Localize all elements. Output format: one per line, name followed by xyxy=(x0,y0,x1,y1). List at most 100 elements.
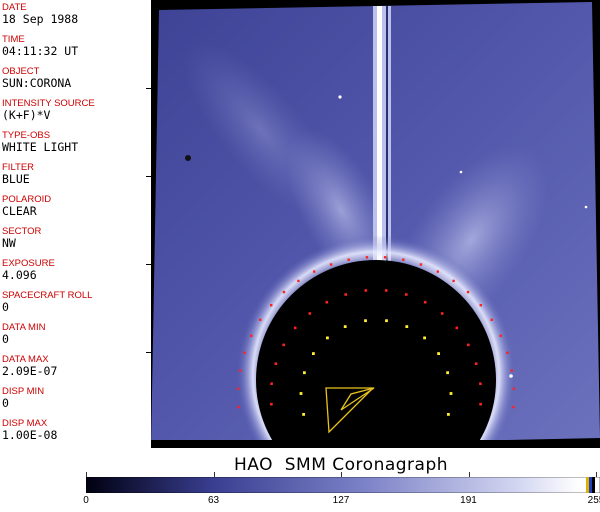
field-data-min: DATA MIN 0 xyxy=(2,323,45,346)
ring-marker xyxy=(506,351,509,354)
ring-marker xyxy=(499,334,502,337)
field-value: CLEAR xyxy=(2,204,37,218)
field-date: DATE 18 Sep 1988 xyxy=(2,3,78,26)
ring-marker xyxy=(419,263,423,266)
ring-marker xyxy=(402,258,405,261)
ring-marker xyxy=(365,256,369,259)
ring-marker xyxy=(510,369,513,372)
field-value: 04:11:32 UT xyxy=(2,44,79,58)
colorbar xyxy=(86,477,600,493)
ring-marker xyxy=(479,382,482,385)
field-value: WHITE LIGHT xyxy=(2,140,79,154)
field-filter: FILTER BLUE xyxy=(2,163,34,186)
ring-marker xyxy=(467,343,470,347)
ring-marker xyxy=(423,336,426,340)
ring-marker xyxy=(270,402,273,406)
ring-marker xyxy=(302,413,305,416)
ring-marker xyxy=(344,293,347,296)
ring-marker xyxy=(479,402,482,406)
field-value: 0 xyxy=(2,332,9,346)
ring-marker xyxy=(347,258,350,261)
ring-marker xyxy=(297,279,300,283)
ring-marker xyxy=(237,405,240,409)
ring-marker xyxy=(243,351,246,354)
field-exposure: EXPOSURE 4.096 xyxy=(2,259,55,282)
ring-marker xyxy=(383,256,387,259)
ring-marker xyxy=(325,300,329,304)
ring-marker xyxy=(479,304,482,307)
ring-marker xyxy=(449,392,453,395)
ring-marker xyxy=(440,312,444,315)
ring-marker xyxy=(239,369,242,372)
metadata-panel: DATE 18 Sep 1988 TIME 04:11:32 UT OBJECT SUN:… xyxy=(0,0,152,448)
field-spacecraft-roll: SPACECRAFT ROLL 0 xyxy=(2,291,92,314)
field-data-max: DATA MAX 2.09E-07 xyxy=(2,355,57,378)
ring-marker xyxy=(326,336,329,340)
ring-marker xyxy=(282,343,285,347)
ring-marker xyxy=(490,318,493,321)
colorbar-tick xyxy=(341,472,342,477)
colorbar-tick-label: 255 xyxy=(587,495,600,506)
field-disp-max: DISP MAX 1.00E-08 xyxy=(2,419,57,442)
field-sector: SECTOR NW xyxy=(2,227,41,250)
field-value: BLUE xyxy=(2,172,30,186)
ring-marker xyxy=(270,382,273,385)
colorbar-tick xyxy=(468,472,470,477)
field-value: 0 xyxy=(2,396,9,410)
ring-marker xyxy=(385,319,388,323)
colorbar-tick xyxy=(86,472,87,477)
colorbar-tick-label: 127 xyxy=(332,495,350,506)
colorbar-tick xyxy=(596,472,597,477)
ring-marker xyxy=(299,392,303,395)
field-value: 2.09E-07 xyxy=(2,364,58,378)
ring-marker xyxy=(455,326,459,330)
field-type-obs: TYPE-OBS WHITE LIGHT xyxy=(2,131,78,154)
field-value: 18 Sep 1988 xyxy=(2,12,79,26)
ring-marker xyxy=(259,318,262,321)
ring-marker xyxy=(343,325,347,328)
ring-marker xyxy=(512,387,516,390)
ring-marker xyxy=(466,290,470,294)
colorbar-tick-label: 0 xyxy=(83,495,89,506)
colorbar-tick xyxy=(213,472,215,477)
colorbar-tick-label: 63 xyxy=(207,495,220,506)
field-disp-min: DISP MIN 0 xyxy=(2,387,44,410)
ring-marker xyxy=(437,352,440,355)
ring-marker xyxy=(447,413,450,416)
field-value: (K+F)*V xyxy=(2,108,51,122)
field-label: SPACECRAFT ROLL xyxy=(2,290,93,301)
ring-marker xyxy=(270,304,273,307)
field-object: OBJECT SUN:CORONA xyxy=(2,67,71,90)
ring-marker xyxy=(250,334,253,337)
ring-marker xyxy=(512,405,515,409)
ring-marker xyxy=(423,300,427,304)
ring-marker xyxy=(384,289,388,292)
ring-marker xyxy=(313,270,316,273)
ring-marker xyxy=(293,326,297,330)
ring-marker xyxy=(405,293,408,296)
field-value: 4.096 xyxy=(2,268,37,282)
ring-marker xyxy=(303,371,306,375)
field-intensity-source: INTENSITY SOURCE (K+F)*V xyxy=(2,99,95,122)
ring-marker xyxy=(274,362,278,365)
ring-marker xyxy=(312,352,315,355)
field-polaroid: POLAROID CLEAR xyxy=(2,195,51,218)
ring-marker xyxy=(308,312,312,315)
field-value: NW xyxy=(2,236,16,250)
ring-marker xyxy=(436,270,439,273)
ring-marker xyxy=(474,362,478,365)
ring-marker xyxy=(236,387,240,390)
field-time: TIME 04:11:32 UT xyxy=(2,35,78,58)
ring-marker xyxy=(405,325,409,328)
colorbar-tick-label: 191 xyxy=(460,495,477,506)
ring-marker xyxy=(446,371,449,375)
field-value: 1.00E-08 xyxy=(2,428,58,442)
field-value: SUN:CORONA xyxy=(2,76,72,90)
ring-marker xyxy=(364,319,367,323)
coronagraph-image xyxy=(151,0,600,448)
field-value: 0 xyxy=(2,300,9,314)
ring-marker xyxy=(329,263,333,266)
ring-marker xyxy=(364,289,368,292)
ring-marker xyxy=(282,290,286,294)
ring-marker xyxy=(452,279,455,283)
